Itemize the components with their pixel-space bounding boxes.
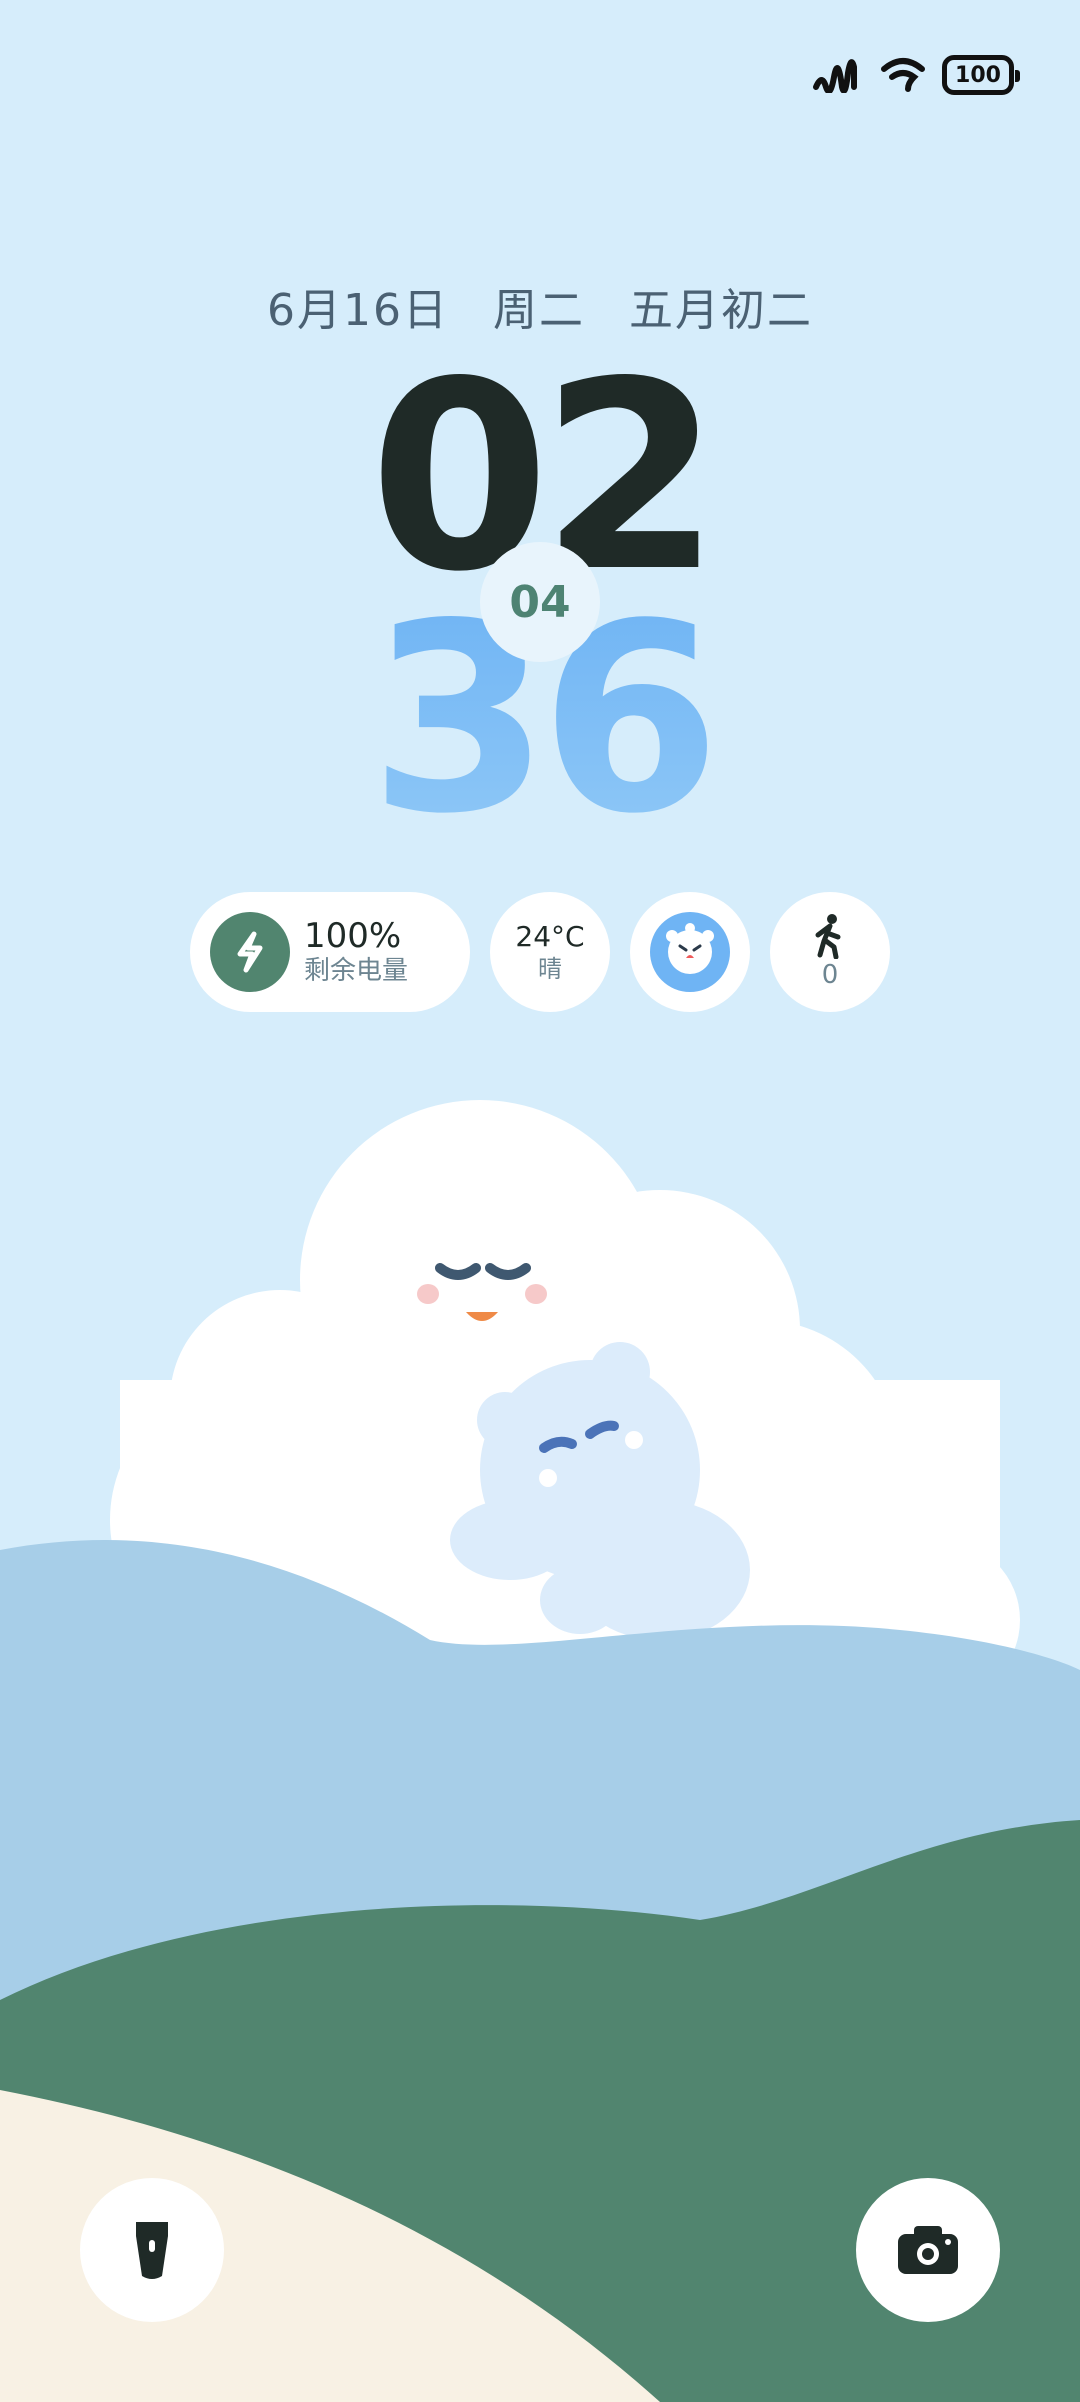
weather-widget[interactable]: 24°C 晴 — [490, 892, 610, 1012]
battery-widget[interactable]: 100% 剩余电量 — [190, 892, 470, 1012]
clock-second-badge: 04 — [480, 542, 600, 662]
clock-second: 04 — [509, 576, 571, 628]
wifi-icon — [881, 58, 925, 92]
charging-icon — [210, 912, 290, 992]
battery-indicator: 100 — [942, 55, 1020, 95]
walking-icon — [815, 914, 841, 959]
flashlight-button[interactable] — [80, 2178, 224, 2322]
battery-label: 剩余电量 — [304, 956, 409, 986]
signal-icon — [813, 59, 857, 93]
mascot-widget[interactable] — [630, 892, 750, 1012]
flashlight-icon — [136, 2222, 168, 2279]
weather-temp: 24°C — [515, 920, 585, 953]
camera-icon — [898, 2226, 958, 2274]
mascot-avatar-icon — [650, 912, 730, 992]
steps-widget[interactable]: 0 — [770, 892, 890, 1012]
camera-button[interactable] — [856, 2178, 1000, 2322]
battery-percent: 100% — [304, 916, 402, 956]
steps-count: 0 — [821, 960, 839, 990]
battery-level-text: 100 — [955, 62, 1001, 88]
status-bar: 100 — [812, 50, 1020, 100]
weather-condition: 晴 — [538, 955, 562, 983]
